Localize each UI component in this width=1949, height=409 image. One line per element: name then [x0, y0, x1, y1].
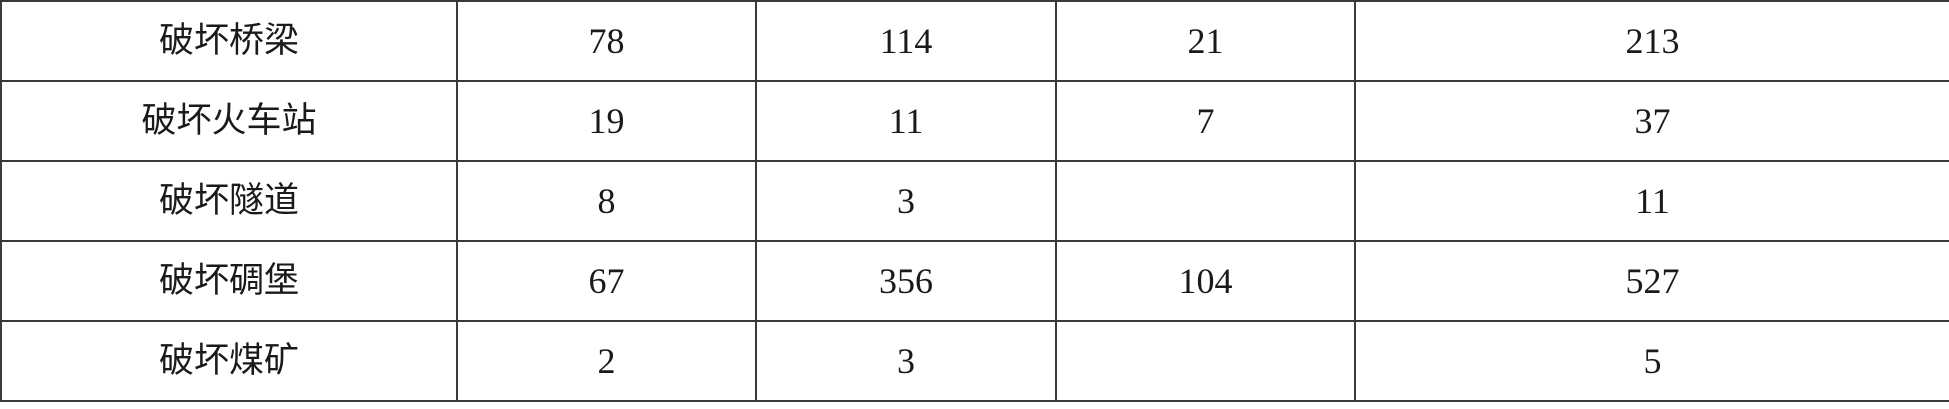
table-cell: 11 [755, 80, 1057, 162]
row-label: 破坏隧道 [0, 160, 458, 242]
table-cell: 114 [755, 0, 1057, 82]
table-cell: 78 [456, 0, 757, 82]
table-cell: 67 [456, 240, 757, 322]
row-label: 破坏煤矿 [0, 320, 458, 402]
table-cell: 3 [755, 320, 1057, 402]
row-label: 破坏桥梁 [0, 0, 458, 82]
row-label: 破坏碉堡 [0, 240, 458, 322]
table-row: 破坏隧道 8 3 11 [0, 160, 1949, 242]
table-row: 破坏桥梁 78 114 21 213 [0, 0, 1949, 82]
table-cell-total: 37 [1354, 80, 1949, 162]
table-cell: 19 [456, 80, 757, 162]
table-cell [1055, 320, 1356, 402]
table-cell [1055, 160, 1356, 242]
table-cell: 8 [456, 160, 757, 242]
table-cell: 2 [456, 320, 757, 402]
table-cell: 104 [1055, 240, 1356, 322]
table-row: 破坏煤矿 2 3 5 [0, 320, 1949, 402]
table-row: 破坏火车站 19 11 7 37 [0, 80, 1949, 162]
table-cell-total: 5 [1354, 320, 1949, 402]
table-cell-total: 213 [1354, 0, 1949, 82]
table-cell: 3 [755, 160, 1057, 242]
table-row: 破坏碉堡 67 356 104 527 [0, 240, 1949, 322]
statistics-table-container: 破坏桥梁 78 114 21 213 破坏火车站 19 11 7 37 破坏隧道… [0, 0, 1949, 409]
table-cell-total: 11 [1354, 160, 1949, 242]
table-cell: 7 [1055, 80, 1356, 162]
statistics-table: 破坏桥梁 78 114 21 213 破坏火车站 19 11 7 37 破坏隧道… [0, 0, 1949, 402]
table-cell: 21 [1055, 0, 1356, 82]
table-cell: 356 [755, 240, 1057, 322]
row-label: 破坏火车站 [0, 80, 458, 162]
table-cell-total: 527 [1354, 240, 1949, 322]
